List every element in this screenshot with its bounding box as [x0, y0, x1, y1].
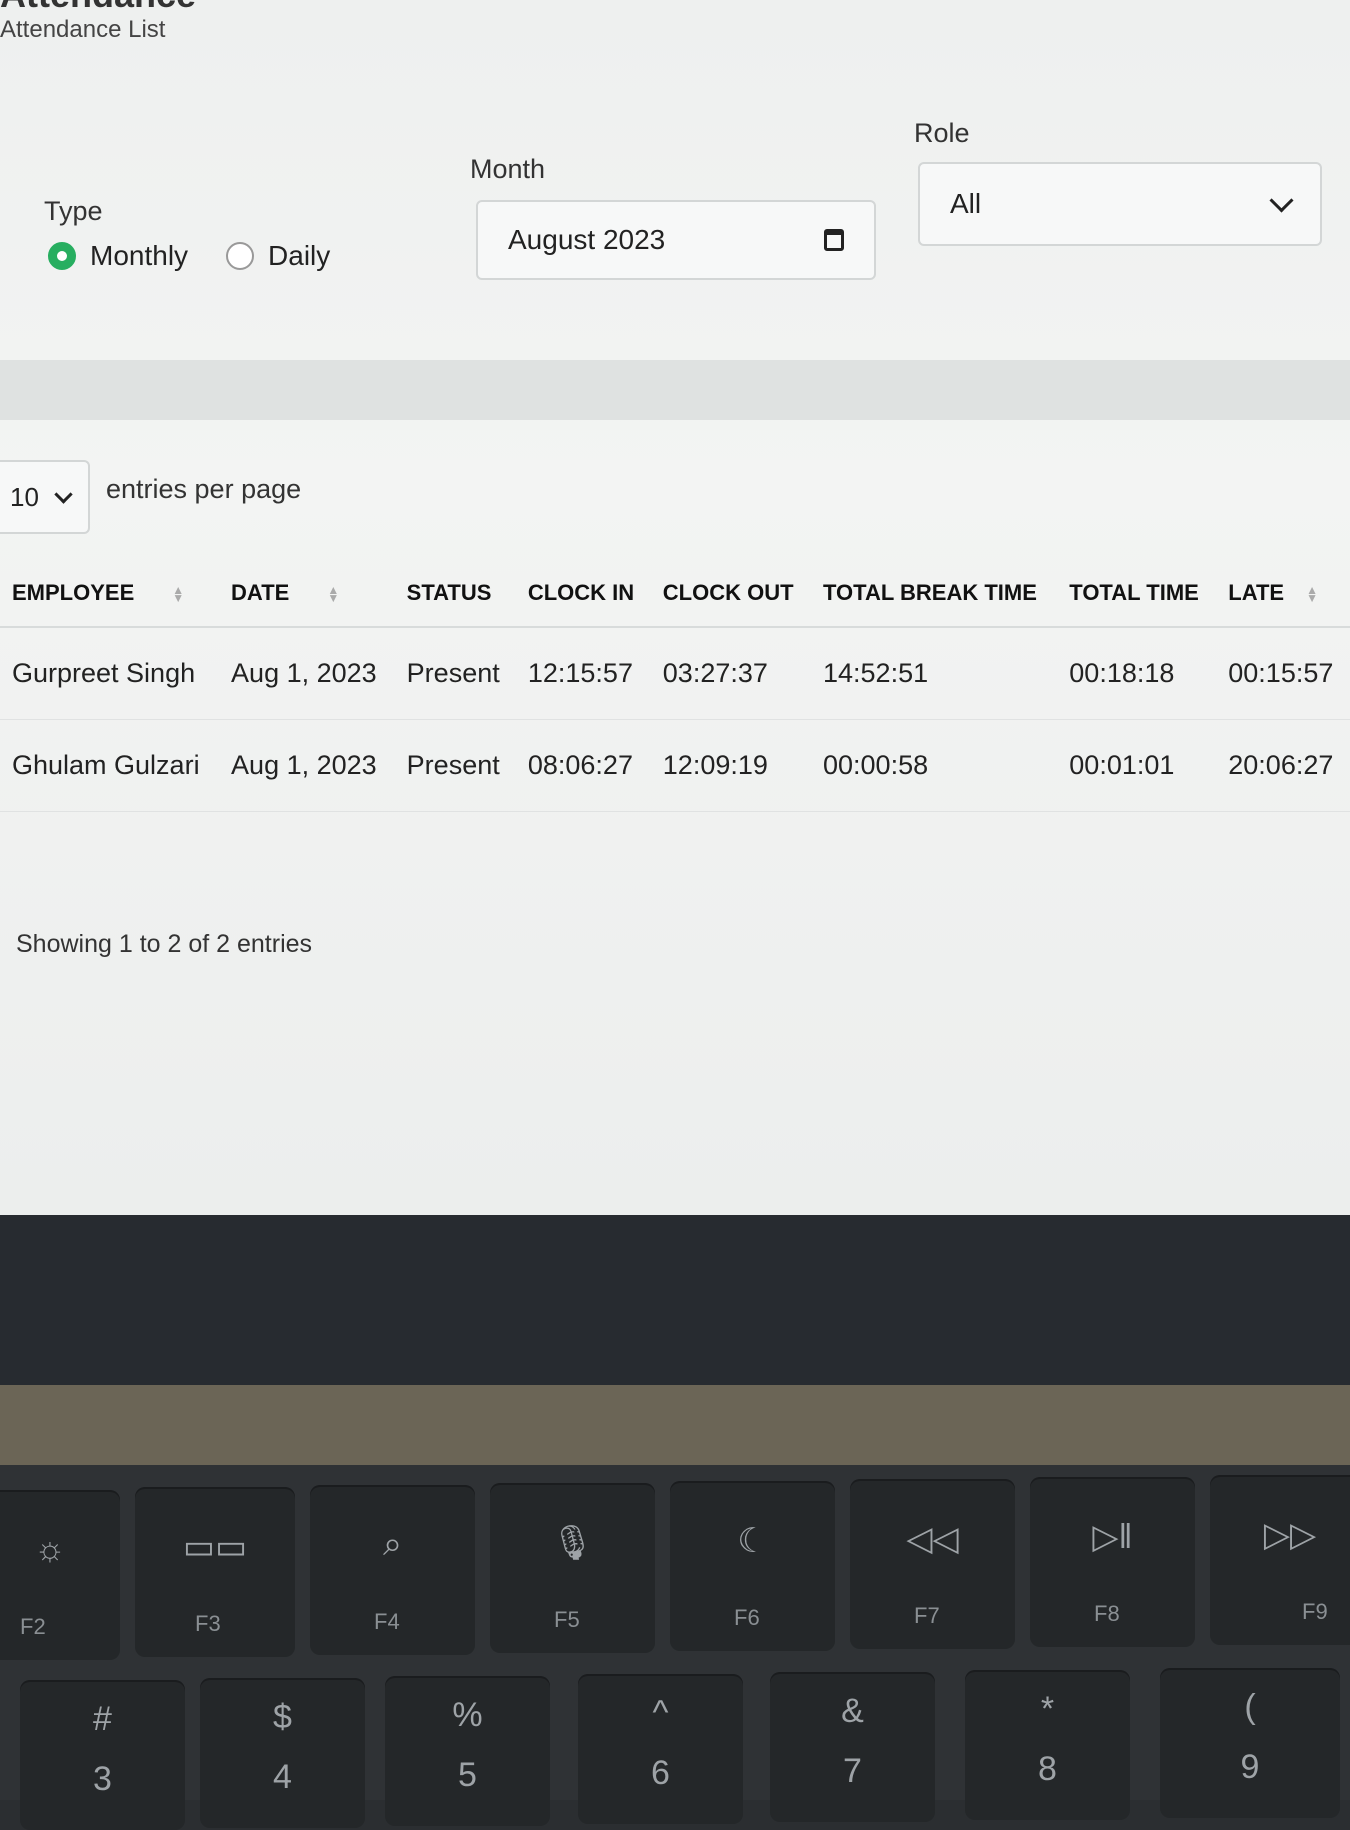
key-f4[interactable]: ⌕ F4	[310, 1485, 475, 1655]
key-6[interactable]: ^ 6	[578, 1674, 743, 1824]
type-label: Type	[44, 196, 103, 226]
play-pause-icon: ▷ǁ	[1092, 1518, 1133, 1556]
cell-clock-in: 08:06:27	[515, 719, 651, 812]
chevron-down-icon	[1269, 187, 1294, 213]
column-header-status[interactable]: STATUS	[394, 560, 516, 628]
sort-icon[interactable]: ▲ ▼	[1306, 584, 1318, 604]
column-header-total-time[interactable]: TOTAL TIME	[1057, 560, 1217, 628]
cell-date: Aug 1, 2023	[219, 627, 395, 720]
key-3[interactable]: # 3	[20, 1680, 185, 1830]
role-select[interactable]: All	[918, 162, 1322, 246]
column-header-date[interactable]: DATE ▲ ▼	[219, 560, 395, 628]
radio-daily[interactable]	[226, 242, 255, 270]
key-f9[interactable]: ▷▷ F9	[1210, 1475, 1350, 1645]
calendar-icon[interactable]	[824, 229, 844, 251]
mission-control-icon: ▭▭	[182, 1528, 248, 1566]
cell-status: Present	[394, 719, 516, 812]
key-9[interactable]: ( 9	[1160, 1668, 1340, 1818]
laptop-bezel	[0, 1215, 1350, 1385]
radio-monthly-label[interactable]: Monthly	[90, 240, 188, 272]
column-header-late[interactable]: LATE ▲ ▼	[1216, 560, 1350, 628]
cell-date: Aug 1, 2023	[219, 719, 395, 812]
laptop-hinge	[0, 1385, 1350, 1465]
entries-per-page-value: 10	[10, 481, 39, 512]
keyboard: ☼ F2 ▭▭ F3 ⌕ F4 🎙 F5 ☾ F6 ◁◁ F7 ▷ǁ F8 ▷▷…	[0, 1465, 1350, 1830]
search-icon: ⌕	[382, 1525, 403, 1563]
cell-clock-in: 12:15:57	[515, 627, 651, 720]
column-header-employee[interactable]: EMPLOYEE ▲ ▼	[0, 560, 220, 628]
column-header-clock-out[interactable]: CLOCK OUT	[650, 560, 811, 628]
key-5[interactable]: % 5	[385, 1676, 550, 1826]
cell-status: Present	[394, 627, 516, 720]
column-header-clock-in[interactable]: CLOCK IN	[515, 560, 651, 628]
moon-icon: ☾	[737, 1522, 768, 1560]
key-f3[interactable]: ▭▭ F3	[135, 1487, 295, 1657]
attendance-table: EMPLOYEE ▲ ▼ DATE ▲ ▼ STATUS CLOCK IN CLOCK …	[0, 560, 1350, 812]
breadcrumb: Attendance List	[0, 16, 166, 43]
cell-clock-out: 12:09:19	[650, 719, 811, 812]
key-4[interactable]: $ 4	[200, 1678, 365, 1828]
pagination-info: Showing 1 to 2 of 2 entries	[16, 930, 313, 958]
key-f6[interactable]: ☾ F6	[670, 1481, 835, 1651]
month-picker[interactable]: August 2023	[476, 200, 876, 280]
fast-forward-icon: ▷▷	[1263, 1516, 1317, 1554]
sort-icon[interactable]: ▲ ▼	[327, 584, 339, 604]
radio-daily-label[interactable]: Daily	[268, 240, 330, 272]
key-f8[interactable]: ▷ǁ F8	[1030, 1477, 1195, 1647]
cell-total-break-time: 14:52:51	[811, 627, 1058, 720]
cell-late: 20:06:27	[1216, 719, 1350, 812]
table-row: Ghulam Gulzari Aug 1, 2023 Present 08:06…	[0, 719, 1350, 812]
table-header-row: EMPLOYEE ▲ ▼ DATE ▲ ▼ STATUS CLOCK IN CLOCK …	[0, 560, 1350, 628]
cell-late: 00:15:57	[1216, 627, 1350, 720]
app-screen: Attendance Attendance List Type Monthly …	[0, 0, 1350, 1215]
cell-total-time: 00:01:01	[1057, 719, 1217, 812]
cell-employee: Gurpreet Singh	[0, 627, 220, 720]
cell-clock-out: 03:27:37	[650, 627, 811, 720]
table-row: Gurpreet Singh Aug 1, 2023 Present 12:15…	[0, 627, 1350, 720]
key-f7[interactable]: ◁◁ F7	[850, 1479, 1015, 1649]
microphone-icon: 🎙	[550, 1524, 595, 1562]
rewind-icon: ◁◁	[906, 1520, 959, 1558]
role-value: All	[950, 188, 982, 219]
entries-per-page-select[interactable]: 10	[0, 460, 90, 534]
month-label: Month	[470, 154, 546, 184]
role-label: Role	[914, 118, 970, 148]
key-8[interactable]: * 8	[965, 1670, 1130, 1820]
page-title: Attendance	[0, 0, 196, 16]
cell-total-break-time: 00:00:58	[811, 719, 1058, 812]
sort-icon[interactable]: ▲ ▼	[172, 584, 184, 604]
entries-per-page-label: entries per page	[106, 474, 302, 504]
type-radio-group: Monthly Daily	[48, 240, 354, 272]
brightness-icon: ☼	[34, 1530, 66, 1568]
month-value: August 2023	[508, 224, 666, 255]
key-f5[interactable]: 🎙 F5	[490, 1483, 655, 1653]
radio-monthly[interactable]	[48, 242, 76, 270]
key-f2[interactable]: ☼ F2	[0, 1490, 120, 1660]
cell-total-time: 00:18:18	[1057, 627, 1217, 720]
column-header-total-break-time[interactable]: TOTAL BREAK TIME	[811, 560, 1058, 628]
section-divider	[0, 360, 1350, 420]
chevron-down-icon	[54, 484, 73, 504]
cell-employee: Ghulam Gulzari	[0, 719, 220, 812]
